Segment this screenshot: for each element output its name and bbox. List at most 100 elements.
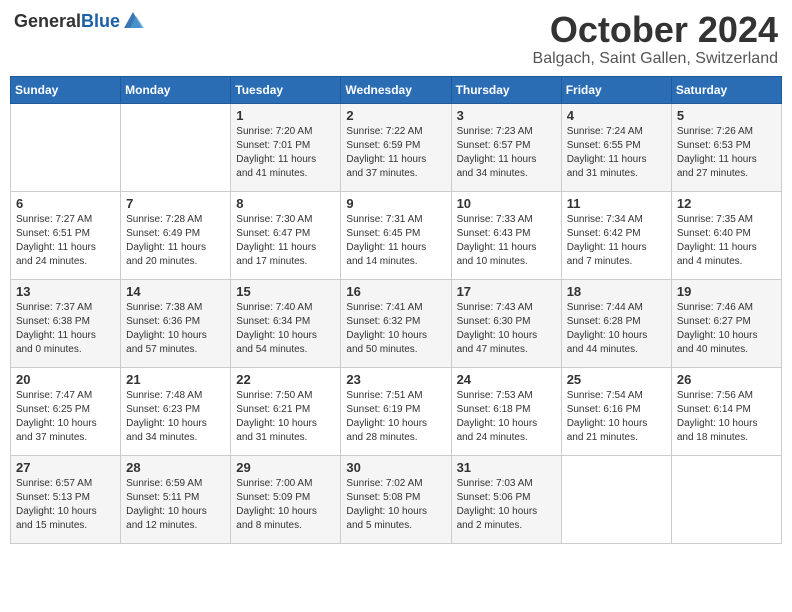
day-number: 2 bbox=[346, 108, 445, 123]
calendar-cell: 23 Sunrise: 7:51 AM Sunset: 6:19 PM Dayli… bbox=[341, 367, 451, 455]
day-content: Sunrise: 7:02 AM Sunset: 5:08 PM Dayligh… bbox=[346, 477, 445, 533]
calendar-table: SundayMondayTuesdayWednesdayThursdayFrid… bbox=[10, 76, 782, 544]
day-number: 17 bbox=[457, 284, 556, 299]
logo-icon bbox=[122, 10, 144, 32]
page-header: GeneralBlue October 2024 Balgach, Saint … bbox=[10, 10, 782, 68]
day-number: 25 bbox=[567, 372, 666, 387]
day-number: 14 bbox=[126, 284, 225, 299]
calendar-cell: 2Sunrise: 7:22 AM Sunset: 6:59 PM Daylig… bbox=[341, 103, 451, 191]
day-number: 6 bbox=[16, 196, 115, 211]
calendar-cell: 19 Sunrise: 7:46 AM Sunset: 6:27 PM Dayli… bbox=[671, 279, 781, 367]
day-content: Sunrise: 7:43 AM Sunset: 6:30 PM Dayligh… bbox=[457, 301, 556, 357]
day-number: 26 bbox=[677, 372, 776, 387]
title-section: October 2024 Balgach, Saint Gallen, Swit… bbox=[533, 10, 778, 68]
day-number: 22 bbox=[236, 372, 335, 387]
day-number: 3 bbox=[457, 108, 556, 123]
calendar-cell: 10 Sunrise: 7:33 AM Sunset: 6:43 PM Dayli… bbox=[451, 191, 561, 279]
day-number: 27 bbox=[16, 460, 115, 475]
day-number: 7 bbox=[126, 196, 225, 211]
day-content: Sunrise: 7:38 AM Sunset: 6:36 PM Dayligh… bbox=[126, 301, 225, 357]
calendar-cell: 5Sunrise: 7:26 AM Sunset: 6:53 PM Daylig… bbox=[671, 103, 781, 191]
calendar-cell: 16 Sunrise: 7:41 AM Sunset: 6:32 PM Dayli… bbox=[341, 279, 451, 367]
day-content: Sunrise: 7:28 AM Sunset: 6:49 PM Dayligh… bbox=[126, 213, 225, 269]
weekday-header-monday: Monday bbox=[121, 76, 231, 103]
calendar-cell: 12 Sunrise: 7:35 AM Sunset: 6:40 PM Dayli… bbox=[671, 191, 781, 279]
calendar-cell: 31 Sunrise: 7:03 AM Sunset: 5:06 PM Dayli… bbox=[451, 455, 561, 543]
day-number: 18 bbox=[567, 284, 666, 299]
location: Balgach, Saint Gallen, Switzerland bbox=[533, 50, 778, 68]
calendar-cell: 7 Sunrise: 7:28 AM Sunset: 6:49 PM Daylig… bbox=[121, 191, 231, 279]
day-number: 21 bbox=[126, 372, 225, 387]
week-row-2: 13 Sunrise: 7:37 AM Sunset: 6:38 PM Dayli… bbox=[11, 279, 782, 367]
day-number: 31 bbox=[457, 460, 556, 475]
calendar-cell bbox=[561, 455, 671, 543]
day-number: 9 bbox=[346, 196, 445, 211]
day-number: 10 bbox=[457, 196, 556, 211]
calendar-cell: 9 Sunrise: 7:31 AM Sunset: 6:45 PM Daylig… bbox=[341, 191, 451, 279]
day-content: Sunrise: 7:30 AM Sunset: 6:47 PM Dayligh… bbox=[236, 213, 335, 269]
day-number: 8 bbox=[236, 196, 335, 211]
day-content: Sunrise: 7:46 AM Sunset: 6:27 PM Dayligh… bbox=[677, 301, 776, 357]
day-number: 20 bbox=[16, 372, 115, 387]
calendar-cell: 25Sunrise: 7:54 AM Sunset: 6:16 PM Dayli… bbox=[561, 367, 671, 455]
week-row-3: 20 Sunrise: 7:47 AM Sunset: 6:25 PM Dayli… bbox=[11, 367, 782, 455]
calendar-cell bbox=[11, 103, 121, 191]
month-title: October 2024 bbox=[533, 10, 778, 50]
calendar-cell bbox=[671, 455, 781, 543]
weekday-header-saturday: Saturday bbox=[671, 76, 781, 103]
day-content: Sunrise: 7:51 AM Sunset: 6:19 PM Dayligh… bbox=[346, 389, 445, 445]
logo-general-text: GeneralBlue bbox=[14, 11, 120, 32]
day-number: 16 bbox=[346, 284, 445, 299]
calendar-cell: 3 Sunrise: 7:23 AM Sunset: 6:57 PM Daylig… bbox=[451, 103, 561, 191]
day-content: Sunrise: 7:47 AM Sunset: 6:25 PM Dayligh… bbox=[16, 389, 115, 445]
day-number: 13 bbox=[16, 284, 115, 299]
day-content: Sunrise: 7:40 AM Sunset: 6:34 PM Dayligh… bbox=[236, 301, 335, 357]
logo: GeneralBlue bbox=[14, 10, 144, 32]
day-content: Sunrise: 7:27 AM Sunset: 6:51 PM Dayligh… bbox=[16, 213, 115, 269]
day-content: Sunrise: 7:50 AM Sunset: 6:21 PM Dayligh… bbox=[236, 389, 335, 445]
calendar-cell: 20 Sunrise: 7:47 AM Sunset: 6:25 PM Dayli… bbox=[11, 367, 121, 455]
day-content: Sunrise: 7:53 AM Sunset: 6:18 PM Dayligh… bbox=[457, 389, 556, 445]
calendar-cell: 18 Sunrise: 7:44 AM Sunset: 6:28 PM Dayli… bbox=[561, 279, 671, 367]
calendar-cell: 4 Sunrise: 7:24 AM Sunset: 6:55 PM Daylig… bbox=[561, 103, 671, 191]
day-content: Sunrise: 7:56 AM Sunset: 6:14 PM Dayligh… bbox=[677, 389, 776, 445]
calendar-cell: 11 Sunrise: 7:34 AM Sunset: 6:42 PM Dayli… bbox=[561, 191, 671, 279]
day-number: 29 bbox=[236, 460, 335, 475]
weekday-header-tuesday: Tuesday bbox=[231, 76, 341, 103]
calendar-cell: 29 Sunrise: 7:00 AM Sunset: 5:09 PM Dayli… bbox=[231, 455, 341, 543]
day-content: Sunrise: 7:00 AM Sunset: 5:09 PM Dayligh… bbox=[236, 477, 335, 533]
day-content: Sunrise: 7:23 AM Sunset: 6:57 PM Dayligh… bbox=[457, 125, 556, 181]
day-content: Sunrise: 7:37 AM Sunset: 6:38 PM Dayligh… bbox=[16, 301, 115, 357]
day-number: 15 bbox=[236, 284, 335, 299]
day-content: Sunrise: 7:03 AM Sunset: 5:06 PM Dayligh… bbox=[457, 477, 556, 533]
day-number: 12 bbox=[677, 196, 776, 211]
day-content: Sunrise: 7:31 AM Sunset: 6:45 PM Dayligh… bbox=[346, 213, 445, 269]
day-number: 4 bbox=[567, 108, 666, 123]
weekday-header-friday: Friday bbox=[561, 76, 671, 103]
day-content: Sunrise: 7:44 AM Sunset: 6:28 PM Dayligh… bbox=[567, 301, 666, 357]
calendar-cell: 1Sunrise: 7:20 AM Sunset: 7:01 PM Daylig… bbox=[231, 103, 341, 191]
day-content: Sunrise: 7:24 AM Sunset: 6:55 PM Dayligh… bbox=[567, 125, 666, 181]
day-content: Sunrise: 6:59 AM Sunset: 5:11 PM Dayligh… bbox=[126, 477, 225, 533]
day-content: Sunrise: 6:57 AM Sunset: 5:13 PM Dayligh… bbox=[16, 477, 115, 533]
calendar-cell: 30Sunrise: 7:02 AM Sunset: 5:08 PM Dayli… bbox=[341, 455, 451, 543]
day-content: Sunrise: 7:33 AM Sunset: 6:43 PM Dayligh… bbox=[457, 213, 556, 269]
weekday-header-row: SundayMondayTuesdayWednesdayThursdayFrid… bbox=[11, 76, 782, 103]
calendar-cell: 24 Sunrise: 7:53 AM Sunset: 6:18 PM Dayli… bbox=[451, 367, 561, 455]
day-number: 24 bbox=[457, 372, 556, 387]
day-number: 19 bbox=[677, 284, 776, 299]
day-content: Sunrise: 7:35 AM Sunset: 6:40 PM Dayligh… bbox=[677, 213, 776, 269]
weekday-header-sunday: Sunday bbox=[11, 76, 121, 103]
calendar-cell: 8 Sunrise: 7:30 AM Sunset: 6:47 PM Daylig… bbox=[231, 191, 341, 279]
day-number: 23 bbox=[346, 372, 445, 387]
day-number: 11 bbox=[567, 196, 666, 211]
day-content: Sunrise: 7:41 AM Sunset: 6:32 PM Dayligh… bbox=[346, 301, 445, 357]
day-content: Sunrise: 7:48 AM Sunset: 6:23 PM Dayligh… bbox=[126, 389, 225, 445]
calendar-cell: 28Sunrise: 6:59 AM Sunset: 5:11 PM Dayli… bbox=[121, 455, 231, 543]
day-content: Sunrise: 7:34 AM Sunset: 6:42 PM Dayligh… bbox=[567, 213, 666, 269]
calendar-cell: 13 Sunrise: 7:37 AM Sunset: 6:38 PM Dayli… bbox=[11, 279, 121, 367]
week-row-4: 27 Sunrise: 6:57 AM Sunset: 5:13 PM Dayli… bbox=[11, 455, 782, 543]
calendar-cell: 22 Sunrise: 7:50 AM Sunset: 6:21 PM Dayli… bbox=[231, 367, 341, 455]
calendar-cell: 26 Sunrise: 7:56 AM Sunset: 6:14 PM Dayli… bbox=[671, 367, 781, 455]
calendar-cell bbox=[121, 103, 231, 191]
